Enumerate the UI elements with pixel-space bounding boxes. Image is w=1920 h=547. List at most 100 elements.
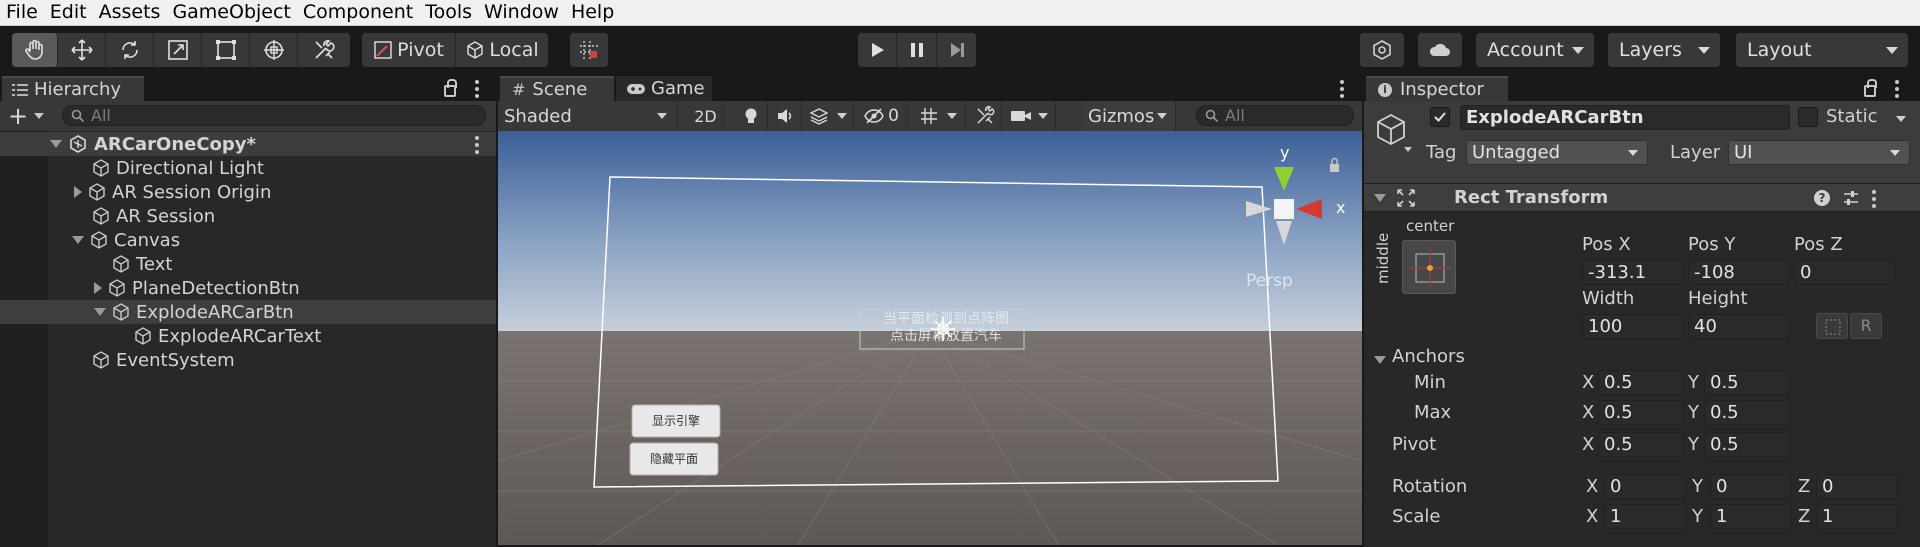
pivot-x-field[interactable]: 0.5 [1598,432,1684,457]
hierarchy-menu-icon[interactable] [475,80,479,101]
scene-viewport[interactable]: y x Persp 当平面检测到点阵图 点击屏幕放置汽车 显示引擎 隐藏平面 [498,131,1362,545]
pivot-toggle[interactable]: Pivot [362,33,456,67]
menu-tools[interactable]: Tools [419,0,478,26]
move-tool-button[interactable] [58,33,106,67]
step-button[interactable] [937,33,976,67]
audio-toggle[interactable] [768,101,802,131]
hierarchy-item-plane-detection-btn[interactable]: PlaneDetectionBtn [0,276,496,300]
transform-tool-button[interactable] [250,33,298,67]
collapse-arrow-icon[interactable] [94,308,106,316]
collapse-arrow-icon[interactable] [72,236,84,244]
effects-dropdown[interactable] [802,101,854,131]
menu-help[interactable]: Help [565,0,620,26]
hierarchy-item-canvas[interactable]: Canvas [0,228,496,252]
scene-menu-icon[interactable] [475,136,479,157]
rect-tool-button[interactable] [202,33,250,67]
expand-arrow-icon[interactable] [50,140,62,148]
layer-dropdown[interactable]: UI [1728,140,1910,165]
cloud-button[interactable] [1418,33,1462,67]
hierarchy-item-directional-light[interactable]: Directional Light [0,156,496,180]
play-button[interactable] [858,33,897,67]
scale-y-field[interactable]: 1 [1710,504,1792,529]
rotation-x-field[interactable]: 0 [1604,474,1686,499]
collab-button[interactable] [1360,33,1404,67]
grid-settings-dropdown[interactable] [910,101,966,131]
layout-dropdown[interactable]: Layout [1736,33,1908,67]
hidden-objects-toggle[interactable]: 0 [856,101,908,131]
scale-z-field[interactable]: 1 [1816,504,1898,529]
gizmos-dropdown[interactable]: Gizmos [1084,101,1176,131]
anchor-preset-button[interactable] [1402,240,1456,294]
scale-x-field[interactable]: 1 [1604,504,1686,529]
create-button[interactable]: + [8,104,48,128]
menu-gameobject[interactable]: GameObject [166,0,296,26]
inspector-menu-icon[interactable] [1895,80,1899,101]
pause-button[interactable] [897,33,937,67]
rotation-y-field[interactable]: 0 [1710,474,1792,499]
collapse-arrow-icon[interactable] [1374,194,1386,202]
hierarchy-search-input[interactable]: All [62,105,486,126]
pos-y-field[interactable]: -108 [1688,260,1790,285]
presets-sliders-icon[interactable] [1842,189,1860,207]
component-menu-icon[interactable] [1872,190,1876,211]
persp-label[interactable]: Persp [1246,271,1293,291]
pos-x-field[interactable]: -313.1 [1582,260,1684,285]
rotate-tool-button[interactable] [106,33,154,67]
shading-mode-dropdown[interactable]: Shaded [498,101,678,131]
account-dropdown[interactable]: Account [1476,33,1594,67]
local-toggle[interactable]: Local [456,33,548,67]
hierarchy-item-ar-session-origin[interactable]: AR Session Origin [0,180,496,204]
menu-file[interactable]: File [0,0,44,26]
tab-hierarchy[interactable]: Hierarchy [2,76,144,101]
hierarchy-item-explode-ar-car-btn[interactable]: ExplodeARCarBtn [0,300,496,324]
hierarchy-item-ar-session[interactable]: AR Session [0,204,496,228]
tag-dropdown[interactable]: Untagged [1466,140,1648,165]
tab-scene[interactable]: # Scene [500,76,614,101]
object-name-field[interactable]: ExplodeARCarBtn [1460,105,1790,130]
camera-dropdown[interactable] [1002,101,1056,131]
collapse-arrow-icon[interactable] [1374,356,1386,364]
hierarchy-item-event-system[interactable]: EventSystem [0,348,496,372]
tab-game[interactable]: Game [616,76,712,101]
expand-arrow-icon[interactable] [74,186,82,198]
layers-dropdown[interactable]: Layers [1608,33,1720,67]
help-icon[interactable]: ? [1814,190,1830,206]
hierarchy-item-explode-ar-car-text[interactable]: ExplodeARCarText [0,324,496,348]
active-checkbox[interactable] [1430,107,1450,127]
static-label[interactable]: Static [1826,106,1877,127]
custom-tool-button[interactable] [298,33,350,67]
hierarchy-item-text[interactable]: Text [0,252,496,276]
lock-icon[interactable] [444,79,457,97]
pivot-y-field[interactable]: 0.5 [1704,432,1790,457]
anchor-min-x-field[interactable]: 0.5 [1598,370,1684,395]
scene-root-row[interactable]: ARCarOneCopy* [0,132,496,156]
lock-icon[interactable] [1864,79,1877,97]
grid-snap-button[interactable] [570,33,608,67]
anchor-min-y-field[interactable]: 0.5 [1704,370,1790,395]
anchors-label[interactable]: Anchors [1392,346,1465,367]
height-field[interactable]: 40 [1688,314,1790,339]
tab-inspector[interactable]: i Inspector [1366,76,1508,101]
raw-edit-button[interactable]: R [1850,313,1882,339]
blueprint-mode-button[interactable] [1816,313,1848,339]
scale-tool-button[interactable] [154,33,202,67]
menu-assets[interactable]: Assets [93,0,167,26]
scene-search-input[interactable]: All [1196,105,1354,126]
rect-transform-header[interactable]: Rect Transform ? [1364,183,1920,212]
rotation-z-field[interactable]: 0 [1816,474,1898,499]
2d-toggle[interactable]: 2D [688,101,724,131]
anchor-max-y-field[interactable]: 0.5 [1704,400,1790,425]
hand-tool-button[interactable] [12,33,58,67]
static-checkbox[interactable] [1798,107,1818,127]
tools-toggle[interactable] [968,101,1002,131]
chevron-down-icon[interactable] [1896,116,1906,122]
anchor-max-x-field[interactable]: 0.5 [1598,400,1684,425]
menu-window[interactable]: Window [478,0,565,26]
scene-panel-menu-icon[interactable] [1340,80,1344,101]
width-field[interactable]: 100 [1582,314,1684,339]
pos-z-field[interactable]: 0 [1794,260,1896,285]
expand-arrow-icon[interactable] [94,282,102,294]
menu-component[interactable]: Component [297,0,419,26]
lighting-toggle[interactable] [734,101,768,131]
menu-edit[interactable]: Edit [44,0,93,26]
